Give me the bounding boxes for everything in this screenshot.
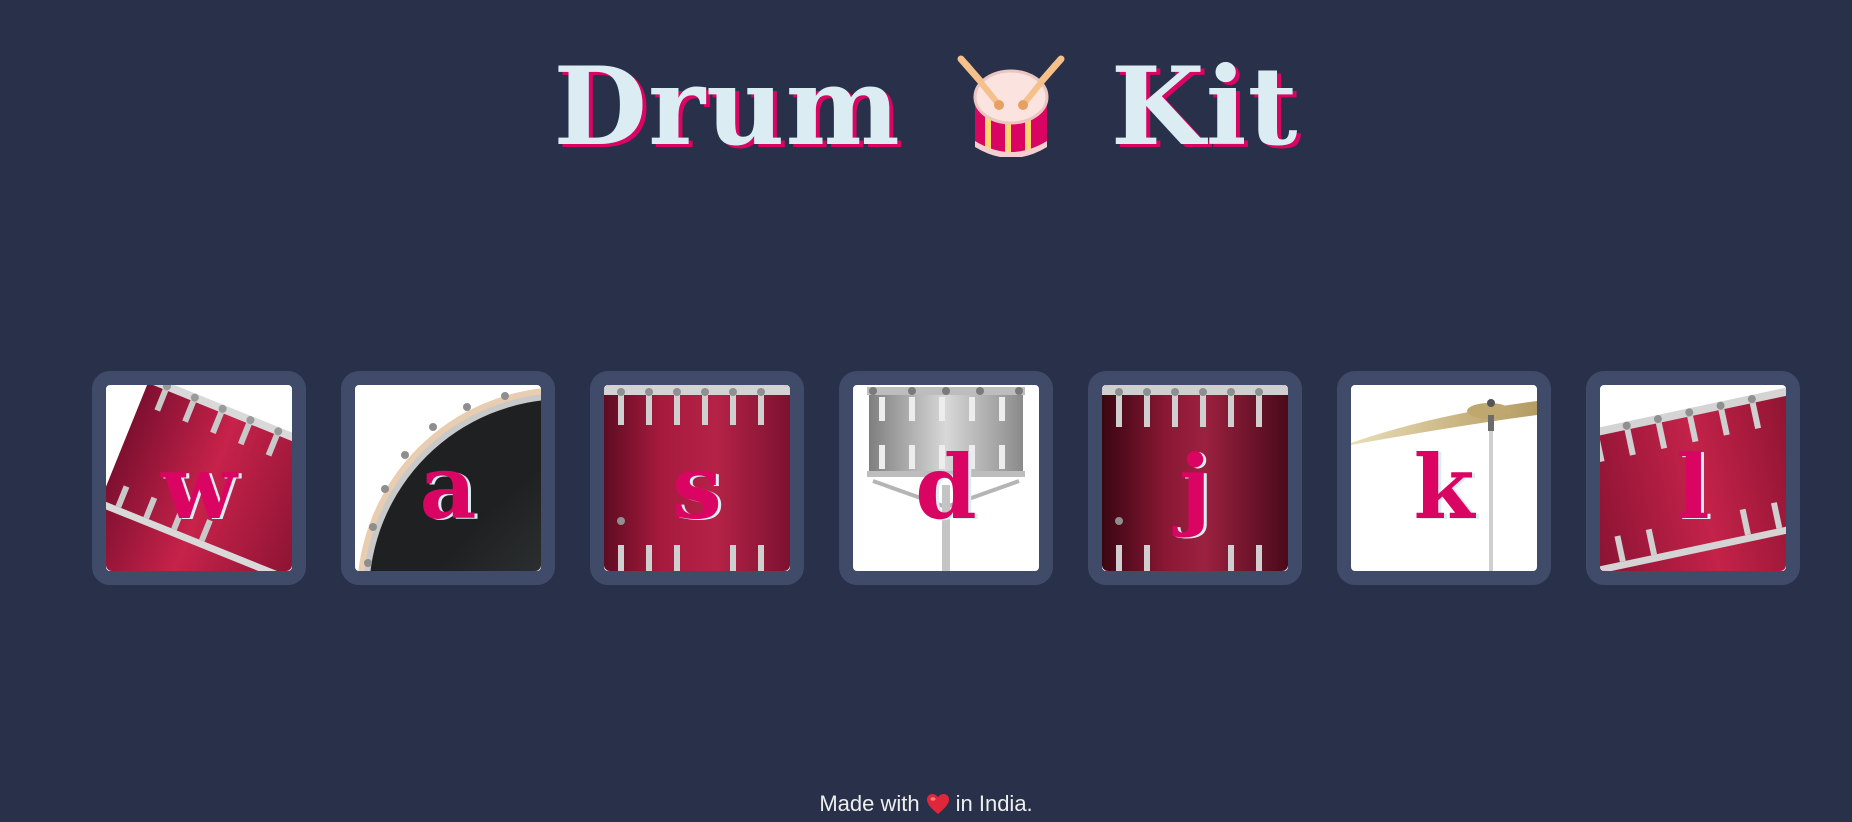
drum-d[interactable]: d	[839, 371, 1053, 585]
drum-key-label: k	[1413, 435, 1475, 539]
footer: Made with in India.	[0, 791, 1852, 817]
drum-l[interactable]: l	[1586, 371, 1800, 585]
footer-location: in India.	[955, 791, 1033, 816]
drum-key-label: d	[915, 435, 977, 539]
heart-icon	[926, 793, 950, 815]
title-word-kit: Kit	[1110, 43, 1299, 170]
drum-key-label: a	[419, 435, 477, 539]
title-word-drum: Drum	[553, 43, 901, 170]
drum-set: w a s d j k l	[92, 371, 1802, 585]
drum-w[interactable]: w	[92, 371, 306, 585]
page-title: Drum Kit	[0, 38, 1852, 167]
drum-s[interactable]: s	[590, 371, 804, 585]
drum-key-label: w	[161, 435, 237, 539]
drum-j[interactable]: j	[1088, 371, 1302, 585]
drum-k[interactable]: k	[1337, 371, 1551, 585]
drum-a[interactable]: a	[341, 371, 555, 585]
drum-key-label: j	[1179, 435, 1211, 539]
drum-key-label: l	[1676, 435, 1710, 539]
drum-icon	[955, 45, 1067, 158]
drum-key-label: s	[672, 435, 722, 539]
footer-made-with: Made with	[819, 791, 920, 816]
